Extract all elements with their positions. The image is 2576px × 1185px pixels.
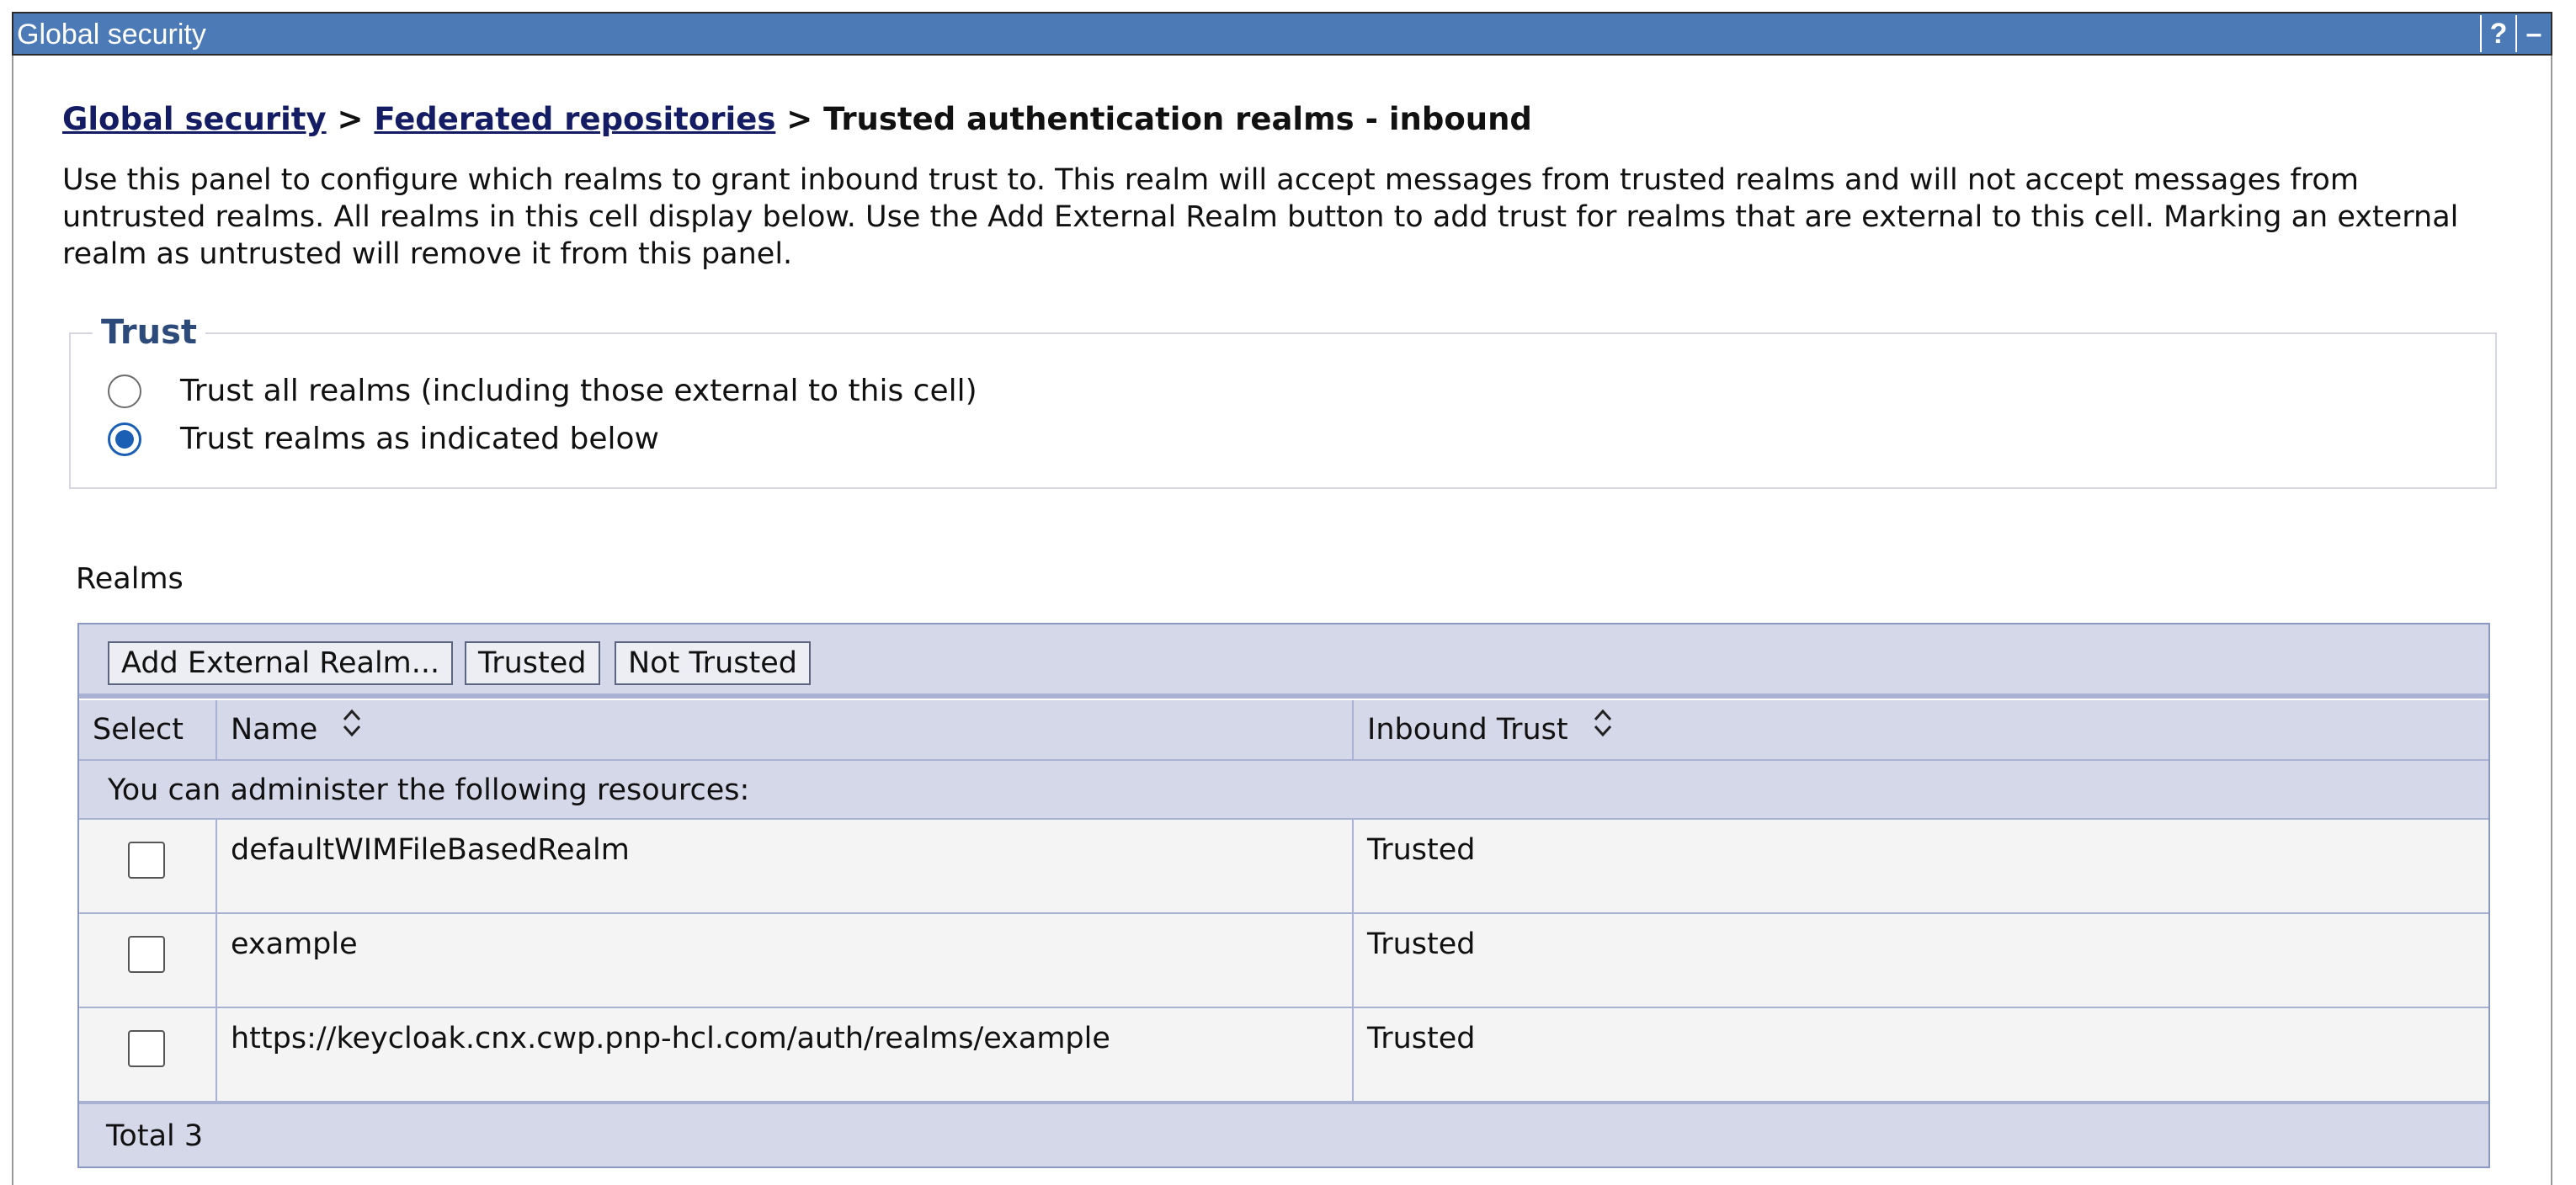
realm-name: https://keycloak.cnx.cwp.pnp-hcl.com/aut… xyxy=(231,1022,1110,1055)
table-row: example Trusted xyxy=(79,914,2488,1008)
breadcrumb-link-global-security[interactable]: Global security xyxy=(62,101,327,137)
sort-icon[interactable] xyxy=(342,701,362,760)
sort-icon[interactable] xyxy=(1593,701,1613,760)
column-header-name[interactable]: Name xyxy=(231,700,362,759)
table-header: Select Name Inbound Trust xyxy=(79,700,2488,761)
table-row: defaultWIMFileBasedRealm Trusted xyxy=(79,820,2488,914)
radio-label: Trust realms as indicated below xyxy=(180,422,659,456)
row-select-checkbox[interactable] xyxy=(128,842,165,879)
total-count: Total 3 xyxy=(106,1119,204,1153)
breadcrumb-separator: > xyxy=(337,101,364,137)
not-trusted-button[interactable]: Not Trusted xyxy=(615,641,811,685)
trust-fieldset xyxy=(69,332,2497,489)
window-titlebar: Global security ? – xyxy=(12,12,2552,56)
panel-description: Use this panel to configure which realms… xyxy=(62,163,2459,271)
column-header-inbound-trust[interactable]: Inbound Trust xyxy=(1367,700,1613,759)
table-row: https://keycloak.cnx.cwp.pnp-hcl.com/aut… xyxy=(79,1008,2488,1103)
help-button[interactable]: ? xyxy=(2480,15,2515,52)
radio-trust-indicated[interactable]: Trust realms as indicated below xyxy=(108,422,659,456)
breadcrumb-separator: > xyxy=(786,101,813,137)
trusted-button[interactable]: Trusted xyxy=(465,641,600,685)
column-divider xyxy=(216,700,217,761)
resources-note: You can administer the following resourc… xyxy=(108,773,750,807)
column-header-label: Inbound Trust xyxy=(1367,713,1568,747)
realm-trust-status: Trusted xyxy=(1367,927,1476,961)
realm-trust-status: Trusted xyxy=(1367,1022,1476,1055)
breadcrumb-link-federated-repositories[interactable]: Federated repositories xyxy=(374,101,775,137)
table-footer: Total 3 xyxy=(79,1103,2488,1166)
column-divider xyxy=(1352,820,1354,1103)
minimize-button[interactable]: – xyxy=(2515,15,2551,52)
column-divider xyxy=(1352,700,1354,761)
table-toolbar: Add External Realm... Trusted Not Truste… xyxy=(79,624,2488,699)
column-header-select: Select xyxy=(93,713,184,747)
resources-note-row: You can administer the following resourc… xyxy=(79,761,2488,820)
column-header-label: Name xyxy=(231,713,318,747)
radio-label: Trust all realms (including those extern… xyxy=(180,374,977,408)
realm-trust-status: Trusted xyxy=(1367,833,1476,867)
realm-name: defaultWIMFileBasedRealm xyxy=(231,833,630,867)
breadcrumb-current: Trusted authentication realms - inbound xyxy=(823,101,1532,137)
realm-name: example xyxy=(231,927,358,961)
radio-trust-all[interactable]: Trust all realms (including those extern… xyxy=(108,374,977,408)
row-select-checkbox[interactable] xyxy=(128,936,165,973)
window-title: Global security xyxy=(17,19,206,50)
breadcrumb: Global security > Federated repositories… xyxy=(62,101,1532,137)
realms-section-label: Realms xyxy=(76,562,184,596)
radio-button-checked[interactable] xyxy=(108,422,141,456)
radio-button-unchecked[interactable] xyxy=(108,374,141,408)
add-external-realm-button[interactable]: Add External Realm... xyxy=(108,641,454,685)
trust-legend: Trust xyxy=(93,313,206,352)
column-divider xyxy=(216,820,217,1103)
realms-table: Add External Realm... Trusted Not Truste… xyxy=(77,623,2490,1168)
row-select-checkbox[interactable] xyxy=(128,1030,165,1067)
